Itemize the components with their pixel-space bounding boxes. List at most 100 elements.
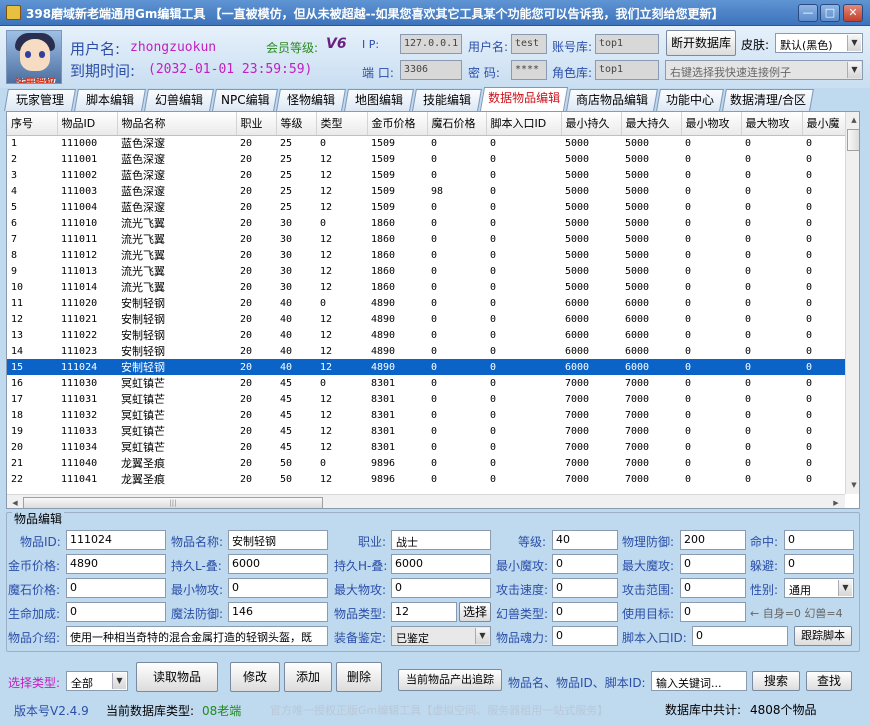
table-row[interactable]: 21 111040 龙翼圣痕 20 50 0 9896 0 0 7000 7000 0 0 0 [7,455,845,471]
table-row[interactable]: 2 111001 蓝色深邃 20 25 12 1509 0 0 5000 5000 0 0 0 [7,151,845,167]
search-button[interactable]: 搜索 [752,671,800,691]
horizontal-scrollbar[interactable]: ◀ ||| ▶ [7,494,845,508]
column-header[interactable]: 最小持久 [561,112,622,136]
column-header[interactable]: 等级 [276,112,317,136]
table-row[interactable]: 8 111012 流光飞翼 20 30 12 1860 0 0 5000 5000 0 0 0 [7,247,845,263]
skin-select[interactable]: 默认(黑色) ▼ [775,33,863,53]
column-header[interactable]: 最大物攻 [741,112,803,136]
tab-1[interactable]: 脚本编辑 [74,89,146,111]
min-matk-field[interactable]: 0 [552,554,618,574]
table-row[interactable]: 1 111000 蓝色深邃 20 25 0 1509 0 0 5000 5000 0 0 0 [7,135,845,151]
column-header[interactable]: 最小魔 [802,112,846,136]
account-db-input[interactable]: top1 [595,34,659,54]
column-header[interactable]: 物品ID [57,112,118,136]
tab-5[interactable]: 地图编辑 [344,89,414,111]
tab-9[interactable]: 功能中心 [656,89,724,111]
trace-script-button[interactable]: 跟踪脚本 [794,626,852,646]
tab-3[interactable]: NPC编辑 [212,89,278,111]
item-type-field[interactable]: 12 [391,602,457,622]
max-matk-field[interactable]: 0 [680,554,746,574]
dodge-field[interactable]: 0 [784,554,854,574]
table-row[interactable]: 13 111022 安制轻钢 20 40 12 4890 0 0 6000 6000 0 0 0 [7,327,845,343]
min-patk-field[interactable]: 0 [228,578,328,598]
level-field[interactable]: 40 [552,530,618,550]
item-id-field[interactable]: 111024 [66,530,166,550]
gold-price-field[interactable]: 4890 [66,554,166,574]
table-row[interactable]: 6 111010 流光飞翼 20 30 0 1860 0 0 5000 5000 0 0 0 [7,215,845,231]
gender-select[interactable]: 通用 ▼ [784,578,854,598]
delete-button[interactable]: 删除 [336,662,382,692]
tab-10[interactable]: 数据清理/合区 [722,89,814,111]
table-row[interactable]: 20 111034 冥虹镇芒 20 45 12 8301 0 0 7000 7000 0 0 0 [7,439,845,455]
durability-l-field[interactable]: 6000 [228,554,328,574]
max-patk-field[interactable]: 0 [391,578,491,598]
tab-2[interactable]: 幻兽编辑 [144,89,214,111]
mdef-field[interactable]: 146 [228,602,328,622]
keyword-input[interactable]: 输入关键词... [651,671,747,691]
item-desc-field[interactable]: 使用一种相当奇特的混合金属打造的轻钢头盔，既 [66,626,328,646]
pet-type-field[interactable]: 0 [552,602,618,622]
item-name-field[interactable]: 安制轻钢 [228,530,328,550]
modify-button[interactable]: 修改 [230,662,280,692]
table-row[interactable]: 22 111041 龙翼圣痕 20 50 12 9896 0 0 7000 7000 0 0 0 [7,471,845,487]
table-row[interactable]: 19 111033 冥虹镇芒 20 45 12 8301 0 0 7000 7000 0 0 0 [7,423,845,439]
column-header[interactable]: 序号 [7,112,58,136]
column-header[interactable]: 脚本入口ID [486,112,562,136]
stone-price-field[interactable]: 0 [66,578,166,598]
scroll-down-icon[interactable]: ▼ [847,478,859,492]
table-row[interactable]: 7 111011 流光飞翼 20 30 12 1860 0 0 5000 5000 0 0 0 [7,231,845,247]
durability-h-field[interactable]: 6000 [391,554,491,574]
table-row[interactable]: 4 111003 蓝色深邃 20 25 12 1509 98 0 5000 5000 0 0 0 [7,183,845,199]
disconnect-db-button[interactable]: 断开数据库 [666,30,736,56]
scroll-right-icon[interactable]: ▶ [829,496,843,508]
column-header[interactable]: 物品名称 [117,112,237,136]
column-header[interactable]: 最小物攻 [681,112,742,136]
table-row[interactable]: 17 111031 冥虹镇芒 20 45 12 8301 0 0 7000 7000 0 0 0 [7,391,845,407]
table-row[interactable]: 14 111023 安制轻钢 20 40 12 4890 0 0 6000 6000 0 0 0 [7,343,845,359]
trace-output-button[interactable]: 当前物品产出追踪 [398,669,502,691]
title-bar[interactable]: 398磨域新老端通用Gm编辑工具 【一直被模仿，但从未被超越--如果您喜欢其它工… [0,0,870,26]
find-button[interactable]: 查找 [806,671,852,691]
table-row[interactable]: 9 111013 流光飞翼 20 30 12 1860 0 0 5000 5000 0 0 0 [7,263,845,279]
tab-4[interactable]: 怪物编辑 [276,89,346,111]
table-row[interactable]: 12 111021 安制轻钢 20 40 12 4890 0 0 6000 6000 0 0 0 [7,311,845,327]
table-row[interactable]: 5 111004 蓝色深邃 20 25 12 1509 0 0 5000 5000 0 0 0 [7,199,845,215]
select-type-button[interactable]: 选择 [459,602,491,622]
atk-range-field[interactable]: 0 [680,578,746,598]
close-button[interactable]: ✕ [843,4,863,22]
phys-def-field[interactable]: 200 [680,530,746,550]
job-select[interactable]: 战士 [391,530,491,550]
minimize-button[interactable]: — [798,4,818,22]
tab-0[interactable]: 玩家管理 [4,89,76,111]
add-button[interactable]: 添加 [284,662,332,692]
column-header[interactable]: 魔石价格 [427,112,487,136]
soul-field[interactable]: 0 [552,626,618,646]
horizontal-scroll-thumb[interactable]: ||| [23,497,323,508]
port-input[interactable]: 3306 [400,60,462,80]
vertical-scroll-thumb[interactable] [847,129,859,151]
identify-select[interactable]: 已鉴定 ▼ [391,626,491,646]
maximize-button[interactable]: □ [820,4,840,22]
atk-speed-field[interactable]: 0 [552,578,618,598]
hp-add-field[interactable]: 0 [66,602,166,622]
category-select[interactable]: 全部 ▼ [66,671,128,691]
vertical-scrollbar[interactable]: ▲ ▼ [845,112,859,494]
table-row[interactable]: 11 111020 安制轻钢 20 40 0 4890 0 0 6000 6000 0 0 0 [7,295,845,311]
script-id-field[interactable]: 0 [692,626,788,646]
table-row[interactable]: 16 111030 冥虹镇芒 20 45 0 8301 0 0 7000 7000 0 0 0 [7,375,845,391]
table-row[interactable]: 3 111002 蓝色深邃 20 25 12 1509 0 0 5000 5000 0 0 0 [7,167,845,183]
db-user-input[interactable]: test [511,34,547,54]
tab-8[interactable]: 商店物品编辑 [566,89,658,111]
tab-6[interactable]: 技能编辑 [412,89,482,111]
read-items-button[interactable]: 读取物品 [136,662,218,692]
table-row[interactable]: 15 111024 安制轻钢 20 40 12 4890 0 0 6000 6000 0 0 0 [7,359,845,375]
quick-connect-select[interactable]: 右键选择我快速连接例子 ▼ [665,60,863,80]
table-row[interactable]: 18 111032 冥虹镇芒 20 45 12 8301 0 0 7000 7000 0 0 0 [7,407,845,423]
password-input[interactable]: **** [511,60,547,80]
role-db-input[interactable]: top1 [595,60,659,80]
column-header[interactable]: 金币价格 [367,112,428,136]
column-header[interactable]: 职业 [236,112,277,136]
scroll-up-icon[interactable]: ▲ [847,113,859,127]
scroll-left-icon[interactable]: ◀ [8,496,22,508]
column-header[interactable]: 类型 [316,112,368,136]
